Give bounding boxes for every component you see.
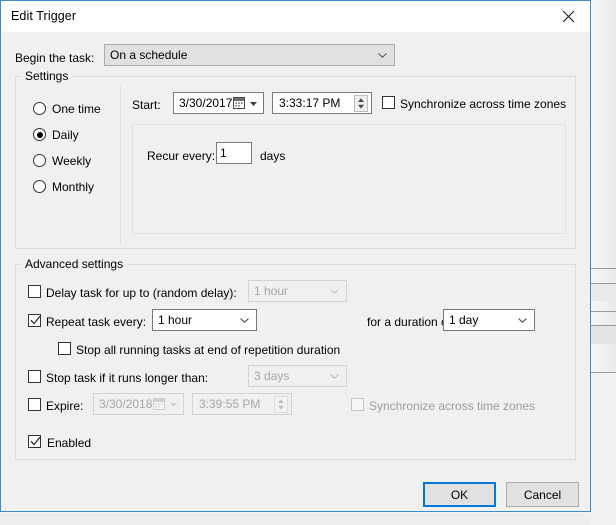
- repeat-task-checkbox[interactable]: [28, 314, 41, 327]
- expire-label: Expire:: [46, 399, 84, 413]
- begin-the-task-value: On a schedule: [110, 48, 188, 62]
- enabled-checkbox[interactable]: [28, 435, 41, 448]
- start-date-field[interactable]: 3/30/2017: [173, 92, 264, 114]
- repeat-task-value: 1 hour: [158, 313, 193, 327]
- calendar-icon: [153, 398, 165, 410]
- chevron-down-icon: [330, 289, 339, 294]
- duration-label: for a duration of:: [367, 315, 455, 329]
- duration-combo[interactable]: 1 day: [443, 309, 535, 331]
- stop-task-longer-value: 3 days: [254, 369, 290, 383]
- background-window-row: [591, 284, 616, 301]
- recur-every-input[interactable]: 1: [216, 142, 252, 164]
- radio-weekly-label: Weekly: [52, 154, 92, 168]
- stop-all-running-tasks-checkbox[interactable]: [58, 342, 71, 355]
- radio-one-time-label: One time: [52, 102, 101, 116]
- calendar-icon: [233, 97, 245, 109]
- background-window-divider: [591, 325, 616, 326]
- time-spinner[interactable]: [354, 95, 368, 112]
- stop-task-longer-checkbox[interactable]: [28, 370, 41, 383]
- begin-the-task-label: Begin the task:: [15, 51, 95, 65]
- checkmark-icon: [30, 315, 41, 329]
- radio-monthly[interactable]: [33, 180, 46, 193]
- background-window-divider: [591, 268, 616, 269]
- expire-time-field[interactable]: 3:39:55 PM: [192, 393, 292, 415]
- edit-trigger-dialog: Edit Trigger Begin the task: On a schedu…: [0, 0, 591, 512]
- expire-sync-timezones-label: Synchronize across time zones: [369, 399, 536, 413]
- start-label: Start:: [132, 98, 161, 112]
- background-window-row: [591, 326, 616, 344]
- begin-the-task-combo[interactable]: On a schedule: [104, 44, 395, 66]
- settings-group-title: Settings: [21, 70, 73, 83]
- date-dropdown-arrow-icon[interactable]: [250, 102, 257, 106]
- repeat-task-label: Repeat task every:: [46, 315, 147, 329]
- settings-separator: [120, 86, 121, 244]
- repeat-task-combo[interactable]: 1 hour: [152, 309, 257, 331]
- radio-weekly[interactable]: [33, 154, 46, 167]
- recurrence-panel: [132, 124, 566, 234]
- title-bar: Edit Trigger: [1, 1, 590, 32]
- cancel-button[interactable]: Cancel: [506, 482, 579, 507]
- background-window-divider: [591, 311, 616, 312]
- expire-checkbox[interactable]: [28, 398, 41, 411]
- stop-task-longer-label: Stop task if it runs longer than:: [46, 371, 209, 385]
- delay-task-label: Delay task for up to (random delay):: [46, 286, 237, 300]
- delay-task-combo[interactable]: 1 hour: [248, 280, 347, 302]
- delay-task-value: 1 hour: [254, 284, 289, 298]
- ok-button[interactable]: OK: [423, 482, 496, 507]
- date-dropdown-arrow-icon[interactable]: [170, 403, 177, 407]
- advanced-settings-group-title: Advanced settings: [21, 258, 128, 271]
- expire-date-field[interactable]: 3/30/2018: [93, 393, 184, 415]
- start-sync-timezones-checkbox[interactable]: [382, 96, 395, 109]
- recur-every-label: Recur every:: [147, 149, 216, 163]
- stop-all-running-tasks-label: Stop all running tasks at end of repetit…: [76, 343, 341, 357]
- checkmark-icon: [30, 436, 41, 450]
- chevron-down-icon: [240, 318, 249, 323]
- duration-value: 1 day: [449, 313, 479, 327]
- radio-daily-dot: [36, 131, 43, 138]
- background-window-body: [591, 373, 616, 525]
- start-date-value: 3/30/2017: [179, 96, 233, 110]
- enabled-label: Enabled: [47, 436, 92, 450]
- recur-every-value: 1: [220, 146, 227, 160]
- start-time-field[interactable]: 3:33:17 PM: [272, 92, 372, 114]
- radio-one-time[interactable]: [33, 102, 46, 115]
- stop-task-longer-combo[interactable]: 3 days: [248, 365, 347, 387]
- chevron-down-icon: [330, 374, 339, 379]
- delay-task-checkbox[interactable]: [28, 285, 41, 298]
- expire-date-value: 3/30/2018: [99, 397, 153, 411]
- close-icon[interactable]: [546, 1, 590, 31]
- radio-daily[interactable]: [33, 128, 46, 141]
- expire-sync-timezones-checkbox[interactable]: [351, 398, 364, 411]
- start-time-value: 3:33:17 PM: [279, 96, 341, 110]
- start-sync-timezones-label: Synchronize across time zones: [400, 97, 567, 111]
- window-title: Edit Trigger: [11, 9, 77, 23]
- expire-time-value: 3:39:55 PM: [199, 397, 261, 411]
- dialog-body: Begin the task: On a schedule Settings O…: [1, 32, 590, 511]
- chevron-down-icon: [378, 53, 387, 58]
- recur-units-label: days: [260, 149, 286, 163]
- taskbar-strip: [0, 513, 591, 525]
- radio-monthly-label: Monthly: [52, 180, 95, 194]
- time-spinner[interactable]: [274, 396, 288, 413]
- radio-daily-label: Daily: [52, 128, 79, 142]
- chevron-down-icon: [518, 318, 527, 323]
